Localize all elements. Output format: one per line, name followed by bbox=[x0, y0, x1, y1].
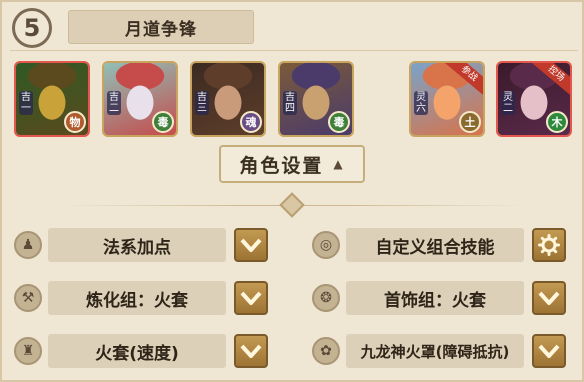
role-settings-label: 角色设置 bbox=[239, 154, 324, 177]
attribute-icon: ♟ bbox=[14, 231, 42, 259]
gear-icon bbox=[538, 234, 560, 256]
element-badge: 物 bbox=[64, 111, 86, 133]
hero-portrait[interactable]: 吉三魂 bbox=[190, 61, 266, 137]
step-number-badge: 5 bbox=[12, 8, 52, 48]
swirl-icon: ◎ bbox=[312, 231, 340, 259]
hero-config-panel: 5 月道争锋 吉一物吉二毒吉三魂吉四毒灵六 参战土灵二 控场木 角色设置 ▲ ♟ 法… bbox=[0, 0, 584, 382]
hero-portrait[interactable]: 灵六 参战土 bbox=[409, 61, 485, 137]
jewelry-set-select[interactable]: 首饰组：火套 bbox=[346, 281, 524, 315]
refine-set-dropdown-button[interactable] bbox=[234, 281, 268, 315]
jewelry-set-dropdown-button[interactable] bbox=[532, 281, 566, 315]
hero-tag: 灵六 bbox=[414, 91, 428, 115]
hero-tag: 吉四 bbox=[283, 91, 297, 115]
hero-portrait[interactable]: 吉二毒 bbox=[102, 61, 178, 137]
refine-set-select[interactable]: 炼化组：火套 bbox=[48, 281, 226, 315]
hero-tag: 吉一 bbox=[19, 91, 33, 115]
element-badge: 土 bbox=[459, 111, 481, 133]
hero-portrait[interactable]: 吉四毒 bbox=[278, 61, 354, 137]
hero-tag: 灵二 bbox=[501, 91, 515, 115]
armor-icon: ♜ bbox=[14, 337, 42, 365]
chevron-down-icon bbox=[240, 344, 262, 358]
diamond-ornament-icon bbox=[279, 192, 305, 218]
chevron-down-icon bbox=[240, 238, 262, 252]
hero-tag: 吉三 bbox=[195, 91, 209, 115]
treasure-select[interactable]: 九龙神火罩(障碍抵抗) bbox=[346, 334, 524, 368]
element-badge: 毒 bbox=[152, 111, 174, 133]
element-badge: 木 bbox=[546, 111, 568, 133]
element-badge: 魂 bbox=[240, 111, 262, 133]
hero-portrait[interactable]: 吉一物 bbox=[14, 61, 90, 137]
hero-tag: 吉二 bbox=[107, 91, 121, 115]
page-title: 月道争锋 bbox=[68, 10, 254, 44]
element-badge: 毒 bbox=[328, 111, 350, 133]
hero-portrait[interactable]: 灵二 控场木 bbox=[496, 61, 572, 137]
header-divider bbox=[10, 50, 578, 51]
attribute-points-select[interactable]: 法系加点 bbox=[48, 228, 226, 262]
chevron-down-icon bbox=[538, 291, 560, 305]
chevron-down-icon bbox=[538, 344, 560, 358]
role-settings-button[interactable]: 角色设置 ▲ bbox=[219, 145, 365, 183]
collapse-arrow-icon: ▲ bbox=[333, 157, 345, 171]
jewelry-icon: ❂ bbox=[312, 284, 340, 312]
lotus-icon: ✿ bbox=[312, 337, 340, 365]
treasure-dropdown-button[interactable] bbox=[532, 334, 566, 368]
combo-skill-settings-button[interactable] bbox=[532, 228, 566, 262]
equipment-set-dropdown-button[interactable] bbox=[234, 334, 268, 368]
chevron-down-icon bbox=[240, 291, 262, 305]
custom-combo-skill-select[interactable]: 自定义组合技能 bbox=[346, 228, 524, 262]
hammer-icon: ⚒ bbox=[14, 284, 42, 312]
equipment-set-select[interactable]: 火套(速度) bbox=[48, 334, 226, 368]
attribute-dropdown-button[interactable] bbox=[234, 228, 268, 262]
